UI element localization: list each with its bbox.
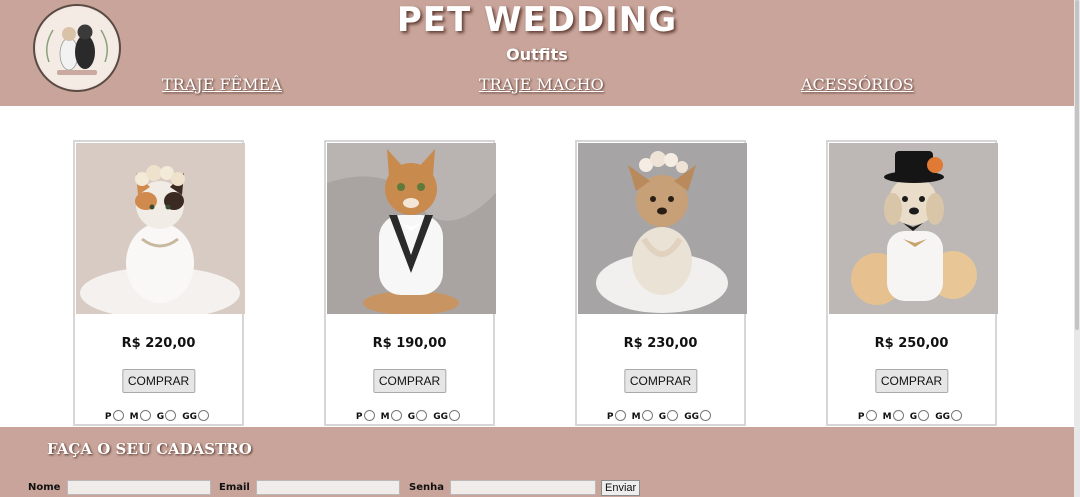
product-price: R$ 190,00: [372, 336, 447, 351]
signup-section: FAÇA O SEU CADASTRO Nome Email Senha Env…: [0, 427, 1074, 497]
nav-link-traje-femea[interactable]: TRAJE FÊMEA: [162, 75, 282, 94]
size-label-p: P: [104, 412, 112, 422]
size-label-g: G: [658, 412, 667, 422]
size-radio-g[interactable]: [918, 410, 930, 421]
password-input[interactable]: [450, 480, 596, 495]
size-label-m: M: [882, 412, 892, 422]
product-price: R$ 220,00: [121, 336, 196, 351]
size-radio-m[interactable]: [892, 410, 904, 421]
product-card: R$ 230,00 COMPRAR P M G GG: [575, 140, 747, 426]
size-label-m: M: [129, 412, 139, 422]
size-label-gg: GG: [935, 412, 951, 422]
size-radio-g[interactable]: [416, 410, 428, 421]
buy-button[interactable]: COMPRAR: [623, 369, 698, 393]
site-header: PET WEDDING Outfits TRAJE FÊMEA TRAJE MA…: [0, 0, 1074, 106]
size-label-p: P: [857, 412, 865, 422]
size-label-g: G: [156, 412, 165, 422]
size-radio-p[interactable]: [112, 410, 124, 421]
name-input[interactable]: [67, 480, 211, 495]
size-radio-gg[interactable]: [951, 410, 963, 421]
size-radio-gg[interactable]: [198, 410, 210, 421]
product-card: R$ 250,00 COMPRAR P M G GG: [826, 140, 998, 426]
submit-button[interactable]: Enviar: [601, 480, 641, 496]
buy-button[interactable]: COMPRAR: [121, 369, 196, 393]
name-label: Nome: [28, 482, 61, 493]
size-radio-g[interactable]: [165, 410, 177, 421]
size-radio-m[interactable]: [390, 410, 402, 421]
product-photo-dog-bride[interactable]: [578, 143, 747, 314]
size-radio-p[interactable]: [363, 410, 375, 421]
size-label-gg: GG: [684, 412, 700, 422]
nav-link-acessorios[interactable]: ACESSÓRIOS: [801, 75, 914, 94]
size-options: P M G GG: [75, 410, 242, 422]
product-photo-cat-groom[interactable]: [327, 143, 496, 314]
password-label: Senha: [409, 482, 444, 493]
size-radio-gg[interactable]: [449, 410, 461, 421]
size-label-p: P: [606, 412, 614, 422]
scrollbar-thumb[interactable]: [1075, 0, 1079, 330]
signup-heading: FAÇA O SEU CADASTRO: [47, 440, 252, 458]
email-input[interactable]: [256, 480, 400, 495]
nav-link-traje-macho[interactable]: TRAJE MACHO: [479, 75, 604, 94]
size-label-g: G: [407, 412, 416, 422]
size-label-m: M: [380, 412, 390, 422]
email-label: Email: [219, 482, 250, 493]
product-photo-dog-groom[interactable]: [829, 143, 998, 314]
size-options: P M G GG: [326, 410, 493, 422]
buy-button[interactable]: COMPRAR: [874, 369, 949, 393]
size-radio-p[interactable]: [865, 410, 877, 421]
size-label-gg: GG: [433, 412, 449, 422]
size-label-p: P: [355, 412, 363, 422]
size-radio-gg[interactable]: [700, 410, 712, 421]
size-options: P M G GG: [828, 410, 995, 422]
product-card: R$ 190,00 COMPRAR P M G GG: [324, 140, 496, 426]
size-label-m: M: [631, 412, 641, 422]
size-radio-m[interactable]: [641, 410, 653, 421]
size-radio-m[interactable]: [139, 410, 151, 421]
product-price: R$ 250,00: [874, 336, 949, 351]
product-card: R$ 220,00 COMPRAR P M G GG: [73, 140, 245, 426]
product-photo-cat-bride[interactable]: [76, 143, 245, 314]
size-radio-g[interactable]: [667, 410, 679, 421]
size-radio-p[interactable]: [614, 410, 626, 421]
site-title: PET WEDDING: [396, 0, 678, 40]
site-subtitle: Outfits: [506, 45, 568, 64]
product-price: R$ 230,00: [623, 336, 698, 351]
buy-button[interactable]: COMPRAR: [372, 369, 447, 393]
size-label-g: G: [909, 412, 918, 422]
vertical-scrollbar[interactable]: [1074, 0, 1080, 497]
size-label-gg: GG: [182, 412, 198, 422]
size-options: P M G GG: [577, 410, 744, 422]
